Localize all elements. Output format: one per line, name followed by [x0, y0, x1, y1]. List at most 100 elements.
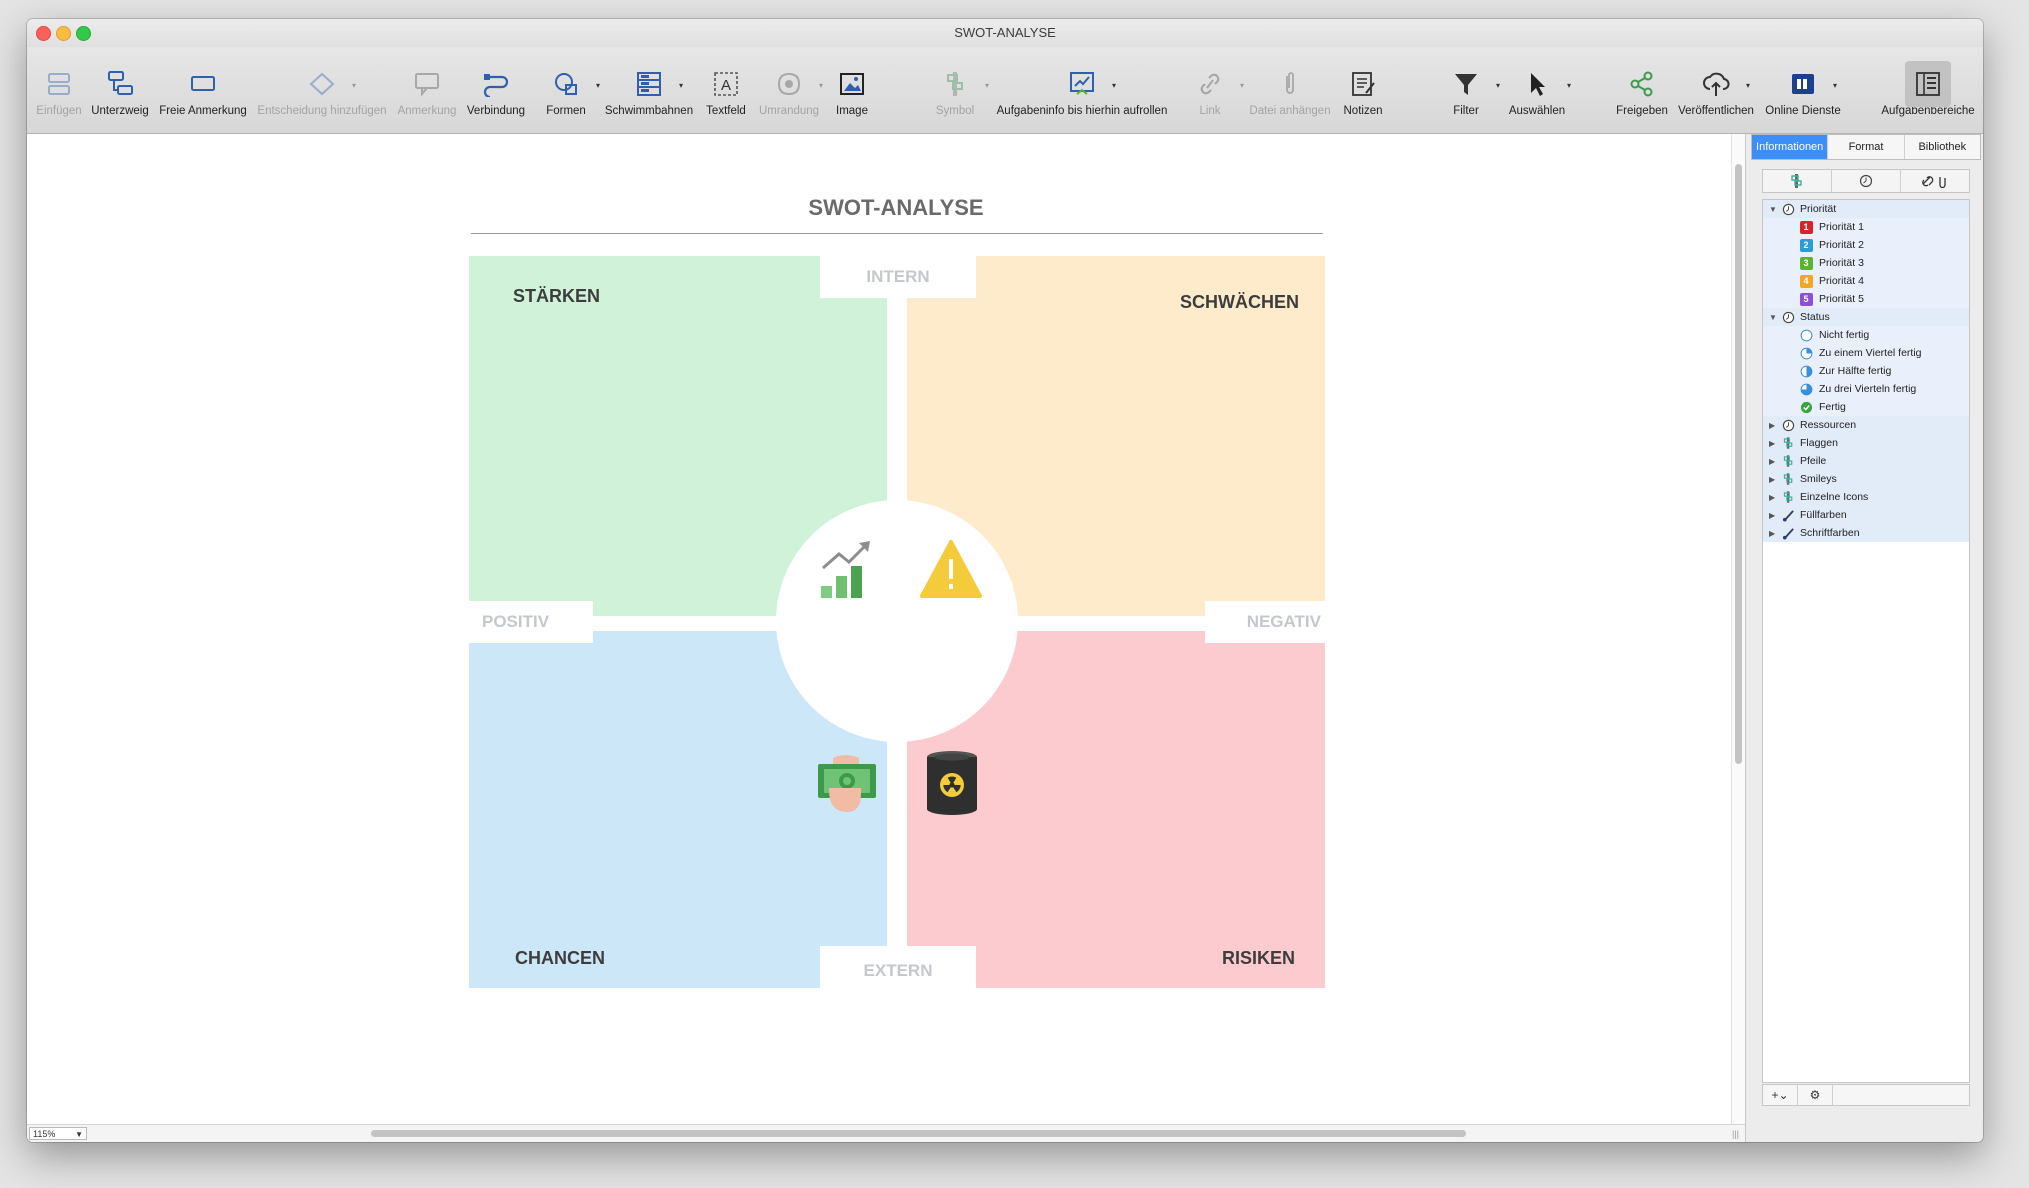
marker-item[interactable]: Zur Hälfte fertig — [1763, 362, 1969, 380]
progress-icon — [1799, 364, 1813, 378]
warning-triangle-icon[interactable] — [920, 539, 982, 604]
marker-group-ressourcen[interactable]: ▶ Ressourcen — [1763, 416, 1969, 434]
disclosure-closed-icon[interactable]: ▶ — [1769, 457, 1779, 466]
marker-item[interactable]: Zu einem Viertel fertig — [1763, 344, 1969, 362]
disclosure-closed-icon[interactable]: ▶ — [1769, 439, 1779, 448]
toolbar-online-dienste-button[interactable]: ▾ Online Dienste — [1765, 47, 1841, 133]
toolbar-textfeld-button[interactable]: A Textfeld — [702, 47, 750, 133]
disclosure-closed-icon[interactable]: ▶ — [1769, 529, 1779, 538]
marker-group-priorität[interactable]: ▼ Priorität — [1763, 200, 1969, 218]
disclosure-closed-icon[interactable]: ▶ — [1769, 493, 1779, 502]
strengths-label[interactable]: STÄRKEN — [513, 286, 600, 307]
chevron-down-icon[interactable]: ▾ — [819, 81, 823, 90]
vertical-scrollbar[interactable] — [1731, 134, 1746, 1124]
toolbar-verbindung-button[interactable]: Verbindung — [467, 47, 525, 133]
chevron-down-icon[interactable]: ▾ — [1240, 81, 1244, 90]
marker-item[interactable]: 1 Priorität 1 — [1763, 218, 1969, 236]
toolbar-freigeben-button[interactable]: Freigeben — [1616, 47, 1668, 133]
attach-file-icon — [1268, 69, 1312, 99]
vertical-scroll-thumb[interactable] — [1735, 164, 1742, 764]
tab-informationen[interactable]: Informationen — [1752, 135, 1829, 159]
zoom-value: 115% — [33, 1129, 56, 1139]
marker-group-füllfarben[interactable]: ▶ Füllfarben — [1763, 506, 1969, 524]
publish-cloud-icon: ▾ — [1694, 69, 1750, 99]
toolbar-notizen-button[interactable]: Notizen — [1339, 47, 1387, 133]
links-subtab[interactable] — [1901, 170, 1969, 192]
toolbar-formen-button[interactable]: ▾ Formen — [542, 47, 600, 133]
marker-group-schriftfarben[interactable]: ▶ Schriftfarben — [1763, 524, 1969, 542]
toolbar-anmerkung-button[interactable]: Anmerkung — [398, 47, 456, 133]
axis-label-extern[interactable]: EXTERN — [820, 946, 976, 988]
toolbar-link-button[interactable]: ▾ Link — [1186, 47, 1244, 133]
marker-item[interactable]: 3 Priorität 3 — [1763, 254, 1969, 272]
clock-icon — [1781, 202, 1795, 216]
marker-item-label: Priorität 2 — [1819, 239, 1864, 251]
zoom-select[interactable]: 115% ▼ — [29, 1127, 87, 1140]
marker-item[interactable]: 4 Priorität 4 — [1763, 272, 1969, 290]
marker-group-status[interactable]: ▼ Status — [1763, 308, 1969, 326]
growth-chart-icon[interactable] — [817, 540, 875, 605]
resize-grip-icon[interactable]: ||| — [1732, 1129, 1739, 1139]
tab-format[interactable]: Format — [1828, 135, 1905, 159]
disclosure-open-icon[interactable]: ▼ — [1769, 313, 1779, 322]
marker-group-pfeile[interactable]: ▶ Pfeile — [1763, 452, 1969, 470]
symbols-subtab[interactable] — [1763, 170, 1832, 192]
toolbar-schwimmbahnen-button[interactable]: ▾ Schwimmbahnen — [605, 47, 693, 133]
app-window: SWOT-ANALYSE Einfügen Unterzweig Freie Anm… — [27, 19, 1983, 1142]
diagram-canvas[interactable]: SWOT-ANALYSE INTERN EXTERN POSITIV NEGAT… — [27, 134, 1731, 1124]
toolbar-freie-anmerkung-button[interactable]: Freie Anmerkung — [159, 47, 247, 133]
toolbar-entscheidung-button[interactable]: ▾ Entscheidung hinzufügen — [257, 47, 387, 133]
marker-item[interactable]: Nicht fertig — [1763, 326, 1969, 344]
threats-label[interactable]: RISIKEN — [1222, 948, 1295, 969]
tab-bibliothek[interactable]: Bibliothek — [1905, 135, 1980, 159]
symbol-icon: ▾ — [933, 69, 989, 99]
toolbar-datei-button[interactable]: Datei anhängen — [1249, 47, 1331, 133]
disclosure-closed-icon[interactable]: ▶ — [1769, 475, 1779, 484]
diagram-title[interactable]: SWOT-ANALYSE — [469, 195, 1323, 221]
chevron-down-icon[interactable]: ▾ — [596, 81, 600, 90]
marker-group-flaggen[interactable]: ▶ Flaggen — [1763, 434, 1969, 452]
money-hand-icon[interactable] — [815, 750, 879, 819]
toolbar-symbol-button[interactable]: ▾ Symbol — [931, 47, 989, 133]
add-marker-button[interactable]: +⌄ — [1763, 1085, 1798, 1105]
clock-subtab[interactable] — [1832, 170, 1901, 192]
radioactive-barrel-icon[interactable] — [924, 750, 980, 821]
chevron-down-icon[interactable]: ▾ — [352, 81, 356, 90]
disclosure-closed-icon[interactable]: ▶ — [1769, 511, 1779, 520]
toolbar-umrandung-button[interactable]: ▾ Umrandung — [759, 47, 823, 133]
marker-settings-button[interactable]: ⚙ — [1798, 1085, 1833, 1105]
axis-label-negativ[interactable]: NEGATIV — [1205, 601, 1325, 643]
task-pane-tabs: Informationen Format Bibliothek — [1751, 134, 1981, 160]
disclosure-open-icon[interactable]: ▼ — [1769, 205, 1779, 214]
chevron-down-icon[interactable]: ▾ — [1833, 81, 1837, 90]
marker-item[interactable]: 2 Priorität 2 — [1763, 236, 1969, 254]
toolbar-unterzweig-button[interactable]: Unterzweig — [91, 47, 149, 133]
chevron-down-icon[interactable]: ▾ — [985, 81, 989, 90]
weaknesses-label[interactable]: SCHWÄCHEN — [1180, 292, 1299, 313]
insert-topic-icon — [37, 69, 81, 99]
marker-item[interactable]: Fertig — [1763, 398, 1969, 416]
marker-group-einzelne-icons[interactable]: ▶ Einzelne Icons — [1763, 488, 1969, 506]
axis-label-intern[interactable]: INTERN — [820, 256, 976, 298]
chevron-down-icon[interactable]: ▾ — [1567, 81, 1571, 90]
axis-label-positiv[interactable]: POSITIV — [469, 601, 593, 643]
toolbar-auswaehlen-button[interactable]: ▾ Auswählen — [1509, 47, 1571, 133]
toolbar-datei-label: Datei anhängen — [1249, 105, 1331, 117]
toolbar-veroeffentlichen-button[interactable]: ▾ Veröffentlichen — [1678, 47, 1754, 133]
disclosure-closed-icon[interactable]: ▶ — [1769, 421, 1779, 430]
toolbar-aufgabenbereiche-button[interactable]: Aufgabenbereiche — [1881, 47, 1975, 133]
horizontal-scroll-thumb[interactable] — [371, 1130, 1466, 1137]
opportunities-label[interactable]: CHANCEN — [515, 948, 605, 969]
chevron-down-icon[interactable]: ▾ — [1496, 81, 1500, 90]
chevron-down-icon[interactable]: ▾ — [1746, 81, 1750, 90]
center-circle — [776, 500, 1018, 742]
toolbar-image-button[interactable]: Image — [828, 47, 876, 133]
marker-item[interactable]: 5 Priorität 5 — [1763, 290, 1969, 308]
marker-group-smileys[interactable]: ▶ Smileys — [1763, 470, 1969, 488]
chevron-down-icon[interactable]: ▾ — [679, 81, 683, 90]
chevron-down-icon[interactable]: ▾ — [1112, 81, 1116, 90]
toolbar-filter-button[interactable]: ▾ Filter — [1442, 47, 1500, 133]
toolbar-aufgabeninfo-button[interactable]: ▾ Aufgabeninfo bis hierhin aufrollen — [997, 47, 1167, 133]
marker-item[interactable]: Zu drei Vierteln fertig — [1763, 380, 1969, 398]
toolbar-einfuegen-button[interactable]: Einfügen — [35, 47, 83, 133]
